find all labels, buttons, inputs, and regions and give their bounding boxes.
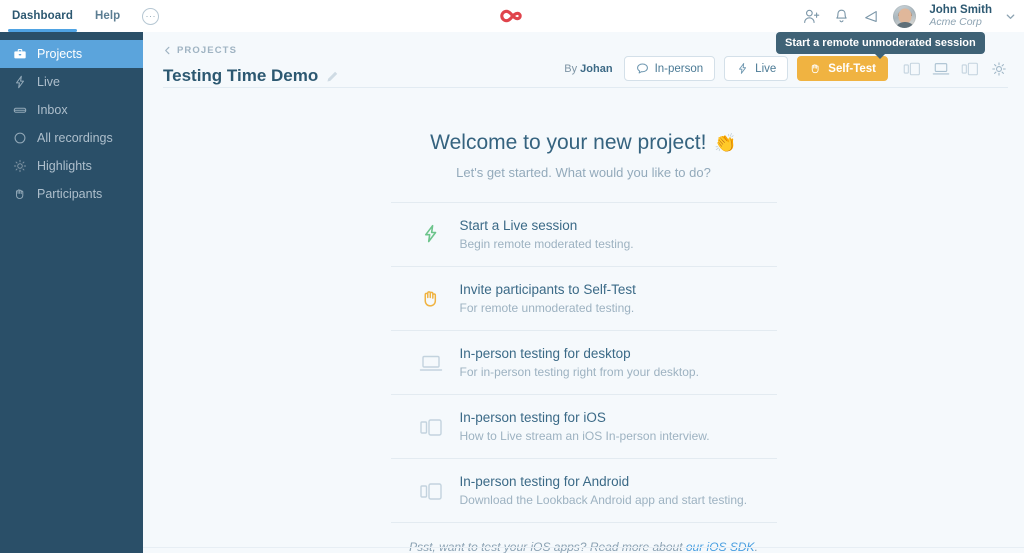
byline: By Johan bbox=[564, 63, 612, 75]
user-menu[interactable]: John Smith Acme Corp bbox=[929, 4, 992, 29]
sidebar-item-live[interactable]: Live bbox=[0, 68, 143, 96]
in-person-button[interactable]: In-person bbox=[623, 56, 716, 81]
option-text: In-person testing for Android Download t… bbox=[460, 473, 748, 508]
app-root: Dashboard Help ··· John Smith Acme Corp … bbox=[0, 0, 1024, 553]
more-options-button[interactable]: ··· bbox=[142, 7, 160, 25]
sidebar-item-highlights[interactable]: Highlights bbox=[0, 152, 143, 180]
option-in-person-desktop[interactable]: In-person testing for desktop For in-per… bbox=[390, 331, 777, 395]
devices-icon bbox=[419, 479, 443, 503]
lightning-icon bbox=[12, 75, 27, 90]
top-navigation-bar: Dashboard Help ··· John Smith Acme Corp bbox=[0, 0, 1024, 32]
pencil-icon[interactable] bbox=[326, 70, 339, 83]
option-start-live-session[interactable]: Start a Live session Begin remote modera… bbox=[390, 203, 777, 267]
inbox-icon bbox=[12, 103, 27, 118]
tablet-icon[interactable] bbox=[961, 60, 979, 78]
sidebar: Projects Live Inbox All recordings Highl… bbox=[0, 32, 143, 553]
option-invite-participants-self-test[interactable]: Invite participants to Self-Test For rem… bbox=[390, 267, 777, 331]
option-desc: Download the Lookback Android app and st… bbox=[459, 493, 748, 507]
lightning-icon bbox=[419, 223, 443, 247]
avatar-body bbox=[894, 21, 916, 28]
breadcrumb-label: PROJECTS bbox=[177, 45, 238, 56]
sidebar-label-all-recordings: All recordings bbox=[37, 131, 113, 145]
option-title: Invite participants to Self-Test bbox=[459, 282, 636, 297]
welcome-title: Welcome to your new project! bbox=[430, 131, 707, 154]
byline-prefix: By bbox=[564, 62, 578, 75]
tooltip-self-test: Start a remote unmoderated session bbox=[776, 32, 985, 59]
option-text: In-person testing for iOS How to Live st… bbox=[460, 409, 710, 444]
option-text: In-person testing for desktop For in-per… bbox=[460, 345, 699, 380]
hand-icon bbox=[812, 64, 819, 74]
speech-bubble-icon bbox=[636, 63, 648, 74]
option-title: In-person testing for Android bbox=[459, 474, 630, 489]
nav-dashboard[interactable]: Dashboard bbox=[8, 10, 77, 32]
option-text: Invite participants to Self-Test For rem… bbox=[460, 281, 636, 316]
live-button[interactable]: Live bbox=[724, 56, 789, 81]
sidebar-item-all-recordings[interactable]: All recordings bbox=[0, 124, 143, 152]
header-divider bbox=[163, 87, 1008, 88]
page-title: Testing Time Demo bbox=[163, 66, 319, 85]
chevron-down-icon[interactable] bbox=[1005, 11, 1016, 22]
sidebar-label-highlights: Highlights bbox=[37, 159, 92, 173]
option-text: Start a Live session Begin remote modera… bbox=[460, 217, 634, 252]
sun-icon bbox=[12, 159, 27, 174]
hand-icon bbox=[12, 187, 27, 202]
bottom-divider bbox=[143, 547, 1024, 548]
devices-icon bbox=[419, 415, 443, 439]
top-nav-user-area: John Smith Acme Corp bbox=[803, 0, 1016, 32]
ios-sdk-note: Psst, want to test your iOS apps? Read m… bbox=[391, 523, 777, 553]
option-title: Start a Live session bbox=[459, 218, 578, 233]
live-label: Live bbox=[755, 62, 777, 75]
circle-icon bbox=[12, 131, 27, 146]
gear-icon[interactable] bbox=[990, 60, 1008, 78]
briefcase-icon bbox=[12, 47, 27, 62]
avatar[interactable] bbox=[893, 4, 917, 28]
self-test-button[interactable]: Self-Test bbox=[797, 56, 888, 81]
option-desc: Begin remote moderated testing. bbox=[459, 237, 634, 251]
project-header-actions: By Johan In-person Live Self-Test bbox=[564, 56, 1008, 81]
welcome-title-row: Welcome to your new project! 👏 bbox=[391, 131, 777, 155]
option-desc: For remote unmoderated testing. bbox=[459, 301, 635, 315]
sidebar-label-live: Live bbox=[37, 75, 60, 89]
option-in-person-ios[interactable]: In-person testing for iOS How to Live st… bbox=[390, 395, 777, 459]
sidebar-item-projects[interactable]: Projects bbox=[0, 40, 143, 68]
laptop-icon[interactable] bbox=[932, 60, 950, 78]
sidebar-label-inbox: Inbox bbox=[37, 103, 68, 117]
option-title: In-person testing for desktop bbox=[459, 346, 631, 361]
sidebar-label-participants: Participants bbox=[37, 187, 103, 201]
welcome-panel: Welcome to your new project! 👏 Let's get… bbox=[390, 88, 777, 553]
user-name: John Smith bbox=[929, 3, 992, 16]
top-nav-links: Dashboard Help ··· bbox=[0, 7, 160, 32]
user-org: Acme Corp bbox=[929, 15, 982, 28]
byline-name: Johan bbox=[580, 62, 613, 75]
nav-help[interactable]: Help bbox=[95, 10, 120, 22]
device-tool-icons bbox=[903, 60, 1008, 78]
hand-icon bbox=[419, 287, 443, 311]
option-title: In-person testing for iOS bbox=[459, 410, 606, 425]
sidebar-item-participants[interactable]: Participants bbox=[0, 180, 143, 208]
sidebar-item-inbox[interactable]: Inbox bbox=[0, 96, 143, 124]
laptop-icon bbox=[419, 351, 443, 375]
option-desc: For in-person testing right from your de… bbox=[459, 365, 699, 379]
option-desc: How to Live stream an iOS In-person inte… bbox=[459, 429, 710, 443]
main-content: PROJECTS Testing Time Demo By Johan In-p bbox=[143, 32, 1024, 553]
clapping-hands-emoji: 👏 bbox=[714, 132, 737, 153]
megaphone-icon[interactable] bbox=[863, 8, 880, 25]
arrow-left-icon bbox=[165, 46, 170, 55]
self-test-label: Self-Test bbox=[828, 62, 876, 75]
in-person-label: In-person bbox=[654, 62, 704, 75]
option-in-person-android[interactable]: In-person testing for Android Download t… bbox=[390, 459, 777, 523]
lookback-infinity-logo bbox=[500, 9, 522, 23]
add-user-icon[interactable] bbox=[803, 8, 820, 25]
welcome-subtitle: Let's get started. What would you like t… bbox=[456, 165, 711, 180]
devices-icon[interactable] bbox=[903, 60, 921, 78]
breadcrumb-projects[interactable]: PROJECTS bbox=[163, 45, 237, 56]
more-dots-icon: ··· bbox=[145, 11, 157, 21]
lightning-icon bbox=[739, 63, 747, 74]
sidebar-label-projects: Projects bbox=[37, 47, 83, 61]
bell-icon[interactable] bbox=[833, 8, 850, 25]
